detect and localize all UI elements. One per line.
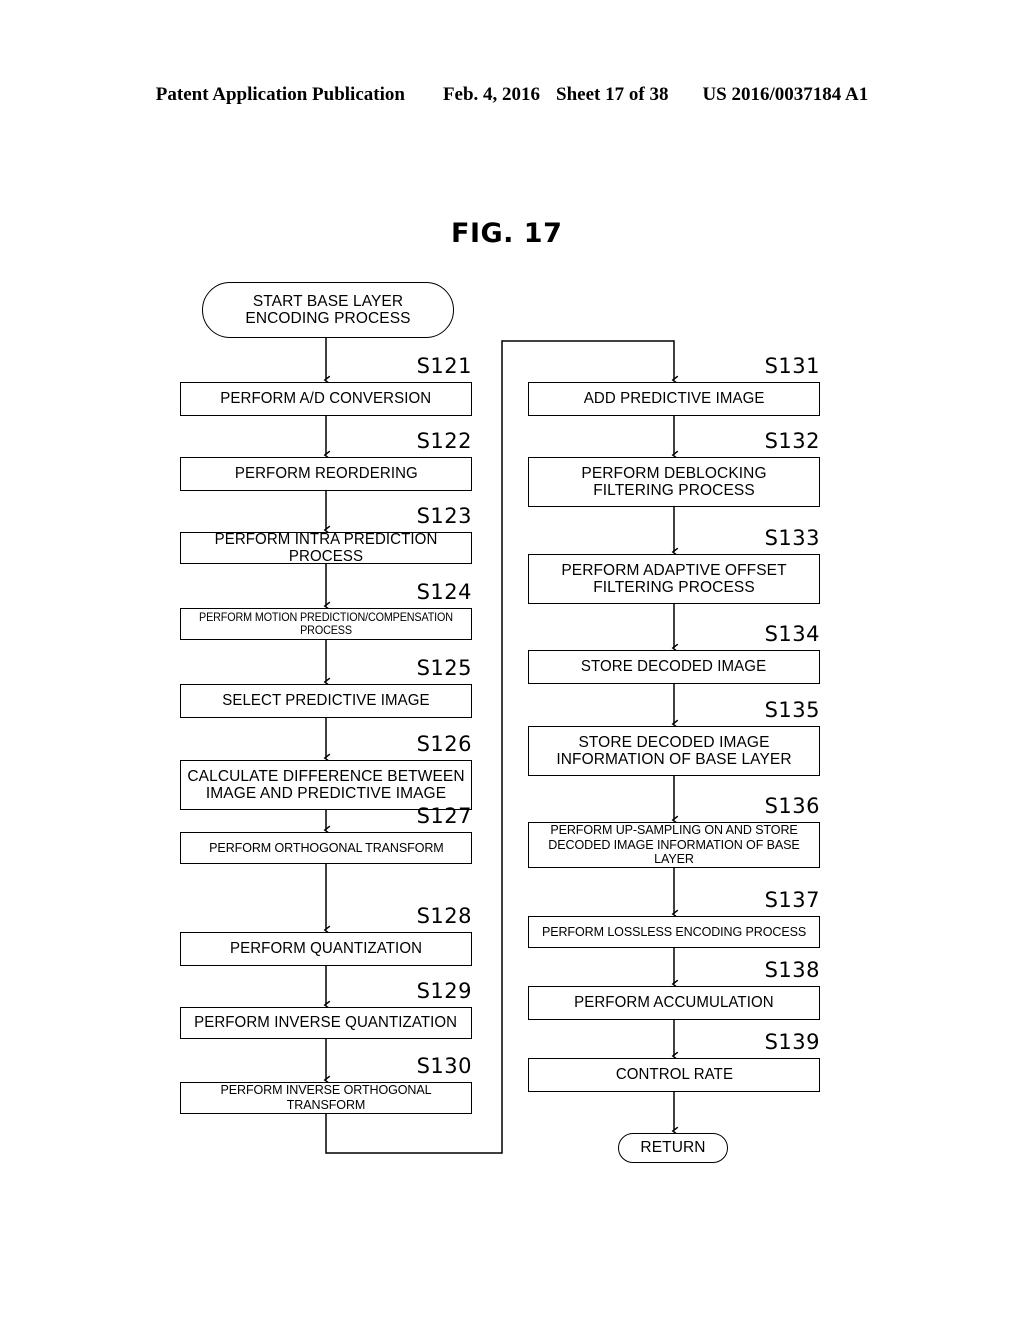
process-box-s128-label: PERFORM QUANTIZATION	[229, 940, 423, 958]
step-label-s138: S138	[764, 958, 820, 982]
process-box-s136-label: PERFORM UP-SAMPLING ON AND STORE DECODED…	[548, 821, 800, 867]
process-box-s121-label: PERFORM A/D CONVERSION	[220, 390, 432, 408]
process-box-s126-label: CALCULATE DIFFERENCE BETWEEN IMAGE AND P…	[187, 767, 465, 802]
step-label-s124: S124	[416, 580, 472, 604]
process-box-s131: ADD PREDICTIVE IMAGE	[528, 382, 820, 416]
process-box-s122: PERFORM REORDERING	[180, 457, 472, 491]
return-node: RETURN	[618, 1133, 728, 1163]
process-box-s130-label: PERFORM INVERSE ORTHOGONAL TRANSFORM	[220, 1082, 432, 1112]
step-label-s134: S134	[764, 622, 820, 646]
process-box-s139: CONTROL RATE	[528, 1058, 820, 1092]
process-box-s125: SELECT PREDICTIVE IMAGE	[180, 684, 472, 718]
step-label-s133: S133	[764, 526, 820, 550]
step-label-s123: S123	[416, 504, 472, 528]
process-box-s135-label: STORE DECODED IMAGE INFORMATION OF BASE …	[556, 733, 792, 768]
process-box-s136: PERFORM UP-SAMPLING ON AND STORE DECODED…	[528, 822, 820, 868]
step-label-s122: S122	[416, 429, 472, 453]
process-box-s130: PERFORM INVERSE ORTHOGONAL TRANSFORM	[180, 1082, 472, 1114]
return-node-label: RETURN	[640, 1139, 706, 1157]
step-label-s125: S125	[416, 656, 472, 680]
step-label-s131: S131	[764, 354, 820, 378]
step-label-s132: S132	[764, 429, 820, 453]
process-box-s129-label: PERFORM INVERSE QUANTIZATION	[194, 1014, 458, 1032]
process-box-s132: PERFORM DEBLOCKING FILTERING PROCESS	[528, 457, 820, 507]
step-label-s121: S121	[416, 354, 472, 378]
flowchart-connectors	[323, 338, 679, 1154]
process-box-s123: PERFORM INTRA PREDICTION PROCESS	[180, 530, 472, 565]
process-box-s128: PERFORM QUANTIZATION	[180, 932, 472, 966]
process-box-s126: CALCULATE DIFFERENCE BETWEEN IMAGE AND P…	[180, 760, 472, 810]
process-box-s134: STORE DECODED IMAGE	[528, 650, 820, 684]
process-box-s131-label: ADD PREDICTIVE IMAGE	[583, 390, 765, 408]
step-label-s126: S126	[416, 732, 472, 756]
process-box-s127-label: PERFORM ORTHOGONAL TRANSFORM	[208, 839, 444, 855]
process-box-s138: PERFORM ACCUMULATION	[528, 986, 820, 1020]
process-box-s122-label: PERFORM REORDERING	[234, 465, 418, 483]
start-node-label: START BASE LAYER ENCODING PROCESS	[245, 292, 411, 327]
process-box-s121: PERFORM A/D CONVERSION	[180, 382, 472, 416]
process-box-s124-label: PERFORM MOTION PREDICTION/COMPENSATION P…	[199, 611, 453, 637]
process-box-s138-label: PERFORM ACCUMULATION	[574, 994, 774, 1012]
step-label-s136: S136	[764, 794, 820, 818]
process-box-s139-label: CONTROL RATE	[615, 1066, 733, 1084]
flowchart: START BASE LAYER ENCODING PROCESS PERFORM…	[0, 0, 1024, 1320]
step-label-s130: S130	[416, 1054, 472, 1078]
step-label-s135: S135	[764, 698, 820, 722]
step-label-s127: S127	[416, 804, 472, 828]
step-label-s128: S128	[416, 904, 472, 928]
process-box-s125-label: SELECT PREDICTIVE IMAGE	[222, 692, 430, 710]
step-label-s137: S137	[764, 888, 820, 912]
process-box-s137: PERFORM LOSSLESS ENCODING PROCESS	[528, 916, 820, 948]
process-box-s132-label: PERFORM DEBLOCKING FILTERING PROCESS	[581, 464, 767, 499]
process-box-s123-label: PERFORM INTRA PREDICTION PROCESS	[214, 530, 438, 565]
start-node: START BASE LAYER ENCODING PROCESS	[202, 282, 454, 338]
process-box-s133: PERFORM ADAPTIVE OFFSET FILTERING PROCES…	[528, 554, 820, 604]
process-box-s137-label: PERFORM LOSSLESS ENCODING PROCESS	[541, 923, 807, 939]
process-box-s124: PERFORM MOTION PREDICTION/COMPENSATION P…	[180, 608, 472, 640]
process-box-s129: PERFORM INVERSE QUANTIZATION	[180, 1007, 472, 1039]
process-box-s133-label: PERFORM ADAPTIVE OFFSET FILTERING PROCES…	[561, 561, 787, 596]
step-label-s139: S139	[764, 1030, 820, 1054]
process-box-s127: PERFORM ORTHOGONAL TRANSFORM	[180, 832, 472, 864]
step-label-s129: S129	[416, 979, 472, 1003]
process-box-s134-label: STORE DECODED IMAGE	[581, 658, 767, 676]
process-box-s135: STORE DECODED IMAGE INFORMATION OF BASE …	[528, 726, 820, 776]
